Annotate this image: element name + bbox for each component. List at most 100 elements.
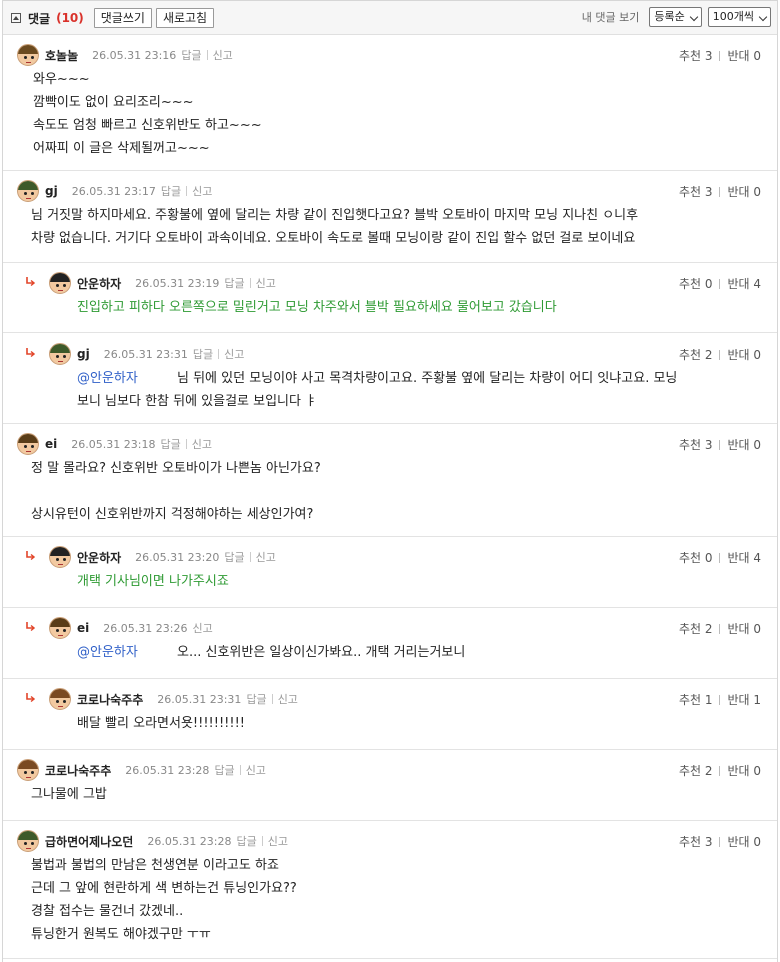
author-name[interactable]: 호놀놀 [45, 47, 78, 64]
my-comments-link[interactable]: 내 댓글 보기 [582, 9, 640, 25]
avatar [49, 688, 71, 710]
divider [719, 50, 721, 61]
author-name[interactable]: 코로나숙주추 [45, 762, 111, 779]
reply-link[interactable]: 답글 [237, 833, 257, 849]
toolbar-left: 댓글 (10) 댓글쓰기 새로고침 [11, 8, 215, 28]
comment-time: 26.05.31 23:20 [135, 550, 220, 564]
upvote-button[interactable]: 추천 0 [679, 549, 713, 566]
report-link[interactable]: 신고 [278, 691, 298, 707]
write-comment-button[interactable]: 댓글쓰기 [93, 8, 152, 28]
author-name[interactable]: ei [45, 437, 57, 451]
upvote-button[interactable]: 추천 3 [679, 183, 713, 200]
report-link[interactable]: 신고 [224, 346, 244, 362]
divider [261, 836, 263, 846]
comment-header: gj 26.05.31 23:17 답글 신고 [17, 180, 777, 202]
mention-link[interactable]: @안운하자 [77, 367, 138, 390]
upvote-button[interactable]: 추천 2 [679, 620, 713, 637]
author-name[interactable]: gj [77, 347, 90, 361]
upvote-button[interactable]: 추천 3 [679, 833, 713, 850]
report-link[interactable]: 신고 [192, 436, 212, 452]
downvote-button[interactable]: 반대 0 [727, 436, 761, 453]
downvote-button[interactable]: 반대 4 [727, 549, 761, 566]
divider [218, 349, 220, 359]
divider [719, 623, 721, 634]
reply-link[interactable]: 답글 [224, 549, 244, 565]
comment-title: 댓글 [28, 11, 51, 26]
mention-link[interactable]: @안운하자 [77, 641, 138, 664]
divider [719, 694, 721, 705]
comment-item: ei 26.05.31 23:18 답글 신고 정 말 몰라요? 신호위반 오토… [3, 424, 777, 537]
author-name[interactable]: 급하면어제나오던 [45, 833, 133, 850]
downvote-button[interactable]: 반대 0 [727, 620, 761, 637]
comment-item: 코로나숙주추 26.05.31 23:28 답글 신고 그나물에 그밥 추천 2… [3, 750, 777, 821]
divider [249, 552, 251, 562]
vote-area: 추천 2 반대 0 [679, 346, 761, 363]
author-name[interactable]: ei [77, 621, 89, 635]
sort-select[interactable]: 등록순 [649, 7, 702, 27]
comment-text: 님 뒤에 있던 모닝이야 사고 목격차량이고요. 주황불 옆에 달리는 차량이 … [77, 371, 678, 409]
upvote-button[interactable]: 추천 3 [679, 436, 713, 453]
downvote-button[interactable]: 반대 0 [727, 346, 761, 363]
reply-link[interactable]: 답글 [214, 762, 234, 778]
comment-header: 안운하자 26.05.31 23:19 답글 신고 [49, 272, 777, 294]
upvote-button[interactable]: 추천 3 [679, 47, 713, 64]
avatar [17, 433, 39, 455]
divider [719, 186, 721, 197]
comment-body: @안운하자 오... 신호위반은 일상이신가봐요.. 개택 거리는거보니 [77, 641, 777, 664]
comment-text: 님 거짓말 하지마세요. 주황불에 옆에 달리는 차량 같이 진입햇다고요? 블… [31, 208, 639, 246]
comment-header: 안운하자 26.05.31 23:20 답글 신고 [49, 546, 777, 568]
report-link[interactable]: 신고 [268, 833, 288, 849]
vote-area: 추천 2 반대 0 [679, 762, 761, 779]
report-link[interactable]: 신고 [192, 620, 212, 636]
reply-link[interactable]: 답글 [224, 275, 244, 291]
author-name[interactable]: 안운하자 [77, 275, 121, 292]
downvote-button[interactable]: 반대 4 [727, 275, 761, 292]
comment-time: 26.05.31 23:31 [157, 692, 242, 706]
upvote-button[interactable]: 추천 0 [679, 275, 713, 292]
collapse-icon[interactable] [11, 13, 21, 23]
avatar [17, 759, 39, 781]
vote-area: 추천 3 반대 0 [679, 47, 761, 64]
report-link[interactable]: 신고 [213, 47, 233, 63]
comment-time: 26.05.31 23:26 [103, 621, 188, 635]
author-name[interactable]: gj [45, 184, 58, 198]
upvote-button[interactable]: 추천 2 [679, 762, 713, 779]
author-name[interactable]: 안운하자 [77, 549, 121, 566]
vote-area: 추천 3 반대 0 [679, 183, 761, 200]
reply-item: 안운하자 26.05.31 23:20 답글 신고 개택 기사님이면 나가주시죠… [3, 537, 777, 608]
upvote-button[interactable]: 추천 1 [679, 691, 713, 708]
per-page-select[interactable]: 100개씩 [707, 7, 771, 27]
report-link[interactable]: 신고 [256, 275, 276, 291]
downvote-button[interactable]: 반대 1 [727, 691, 761, 708]
divider [185, 439, 187, 449]
downvote-button[interactable]: 반대 0 [727, 47, 761, 64]
author-name[interactable]: 코로나숙주추 [77, 691, 143, 708]
reply-link[interactable]: 답글 [161, 183, 181, 199]
comment-time: 26.05.31 23:31 [103, 347, 188, 361]
downvote-button[interactable]: 반대 0 [727, 762, 761, 779]
reply-link[interactable]: 답글 [193, 346, 213, 362]
report-link[interactable]: 신고 [256, 549, 276, 565]
reply-link[interactable]: 답글 [160, 436, 180, 452]
vote-area: 추천 3 반대 0 [679, 833, 761, 850]
comment-header: 코로나숙주추 26.05.31 23:28 답글 신고 [17, 759, 777, 781]
report-link[interactable]: 신고 [192, 183, 212, 199]
divider [249, 278, 251, 288]
vote-area: 추천 1 반대 1 [679, 691, 761, 708]
reply-link[interactable]: 답글 [246, 691, 266, 707]
comment-header: 코로나숙주추 26.05.31 23:31 답글 신고 [49, 688, 777, 710]
downvote-button[interactable]: 반대 0 [727, 833, 761, 850]
comment-header: ei 26.05.31 23:26 신고 [49, 617, 777, 639]
vote-area: 추천 2 반대 0 [679, 620, 761, 637]
comment-time: 26.05.31 23:28 [147, 834, 232, 848]
divider [719, 765, 721, 776]
refresh-button[interactable]: 새로고침 [155, 8, 215, 28]
reply-link[interactable]: 답글 [181, 47, 201, 63]
report-link[interactable]: 신고 [246, 762, 266, 778]
downvote-button[interactable]: 반대 0 [727, 183, 761, 200]
divider [719, 552, 721, 563]
upvote-button[interactable]: 추천 2 [679, 346, 713, 363]
avatar [17, 44, 39, 66]
comment-item: gj 26.05.31 23:17 답글 신고 님 거짓말 하지마세요. 주황불… [3, 171, 777, 263]
divider [719, 836, 721, 847]
